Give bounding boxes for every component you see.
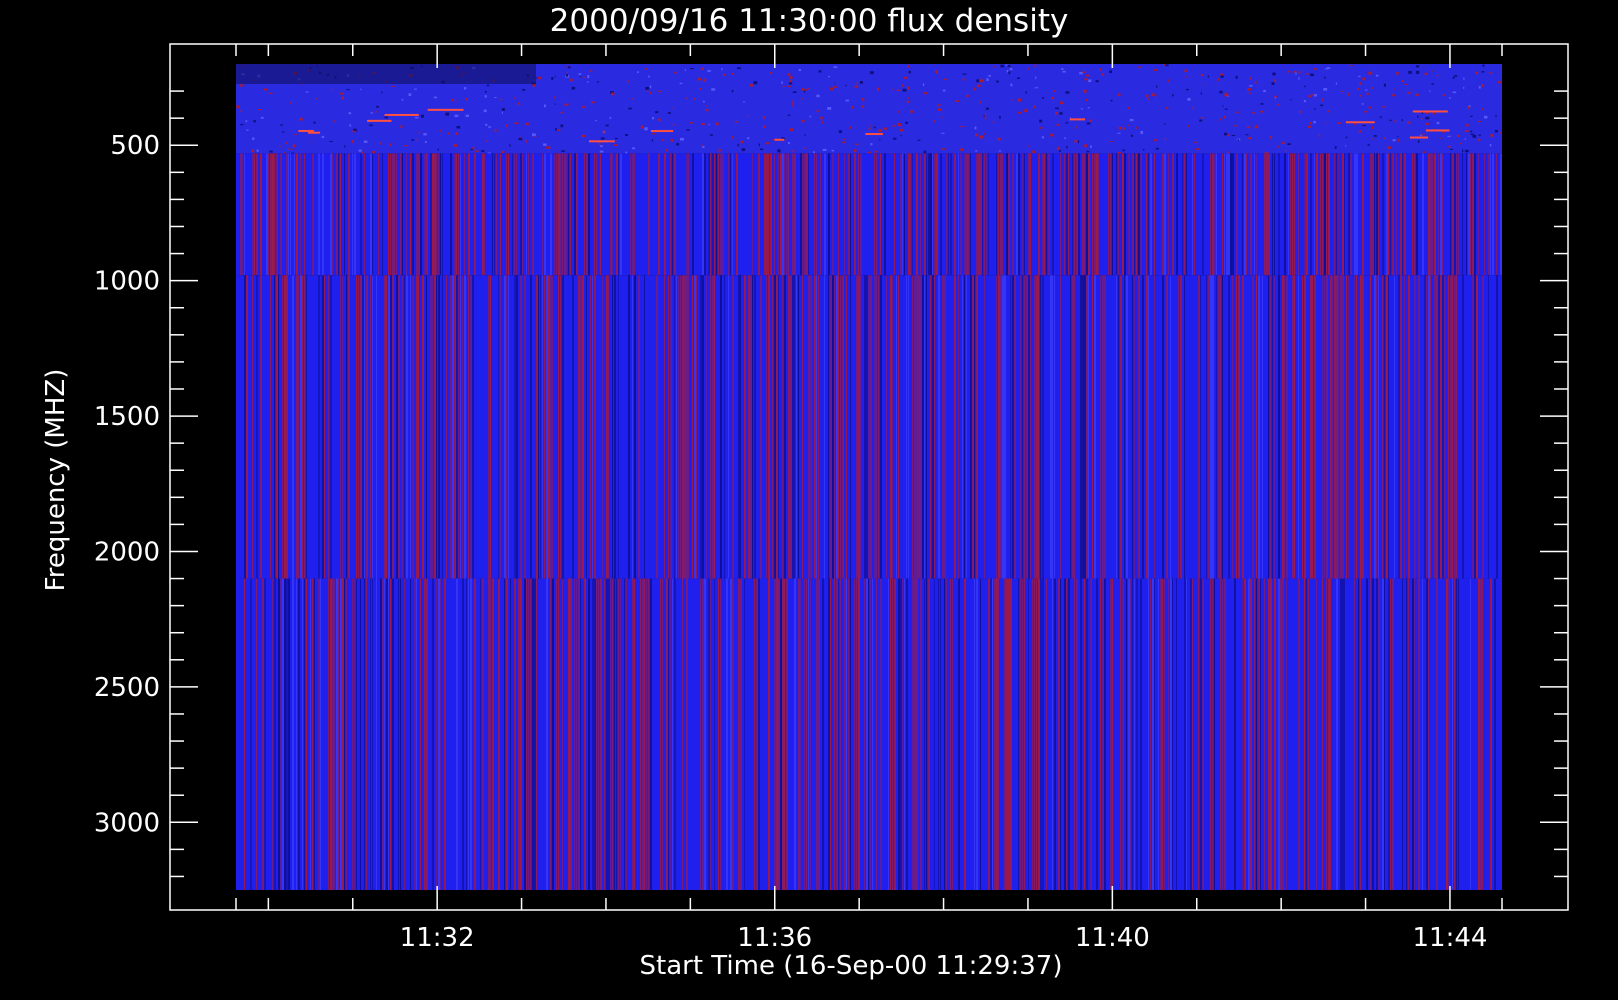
- x-axis-label: Start Time (16-Sep-00 11:29:37): [640, 951, 1063, 981]
- x-tick-label: 11:44: [1412, 923, 1487, 953]
- y-tick-label: 2000: [94, 537, 160, 567]
- y-tick-label: 3000: [94, 808, 160, 838]
- chart-title: 2000/09/16 11:30:00 flux density: [550, 3, 1069, 39]
- y-tick-label: 2500: [94, 673, 160, 703]
- y-axis-label: Frequency (MHZ): [41, 369, 71, 592]
- spectrogram-chart: 2000/09/16 11:30:00 flux density 11:32 11…: [0, 0, 1618, 1000]
- x-tick-label: 11:40: [1075, 923, 1150, 953]
- heatmap-area: [236, 64, 1502, 890]
- y-tick-label: 1500: [94, 402, 160, 432]
- y-tick-label: 500: [110, 131, 160, 161]
- x-tick-label: 11:36: [737, 923, 812, 953]
- x-tick-label: 11:32: [400, 923, 475, 953]
- y-tick-label: 1000: [94, 267, 160, 297]
